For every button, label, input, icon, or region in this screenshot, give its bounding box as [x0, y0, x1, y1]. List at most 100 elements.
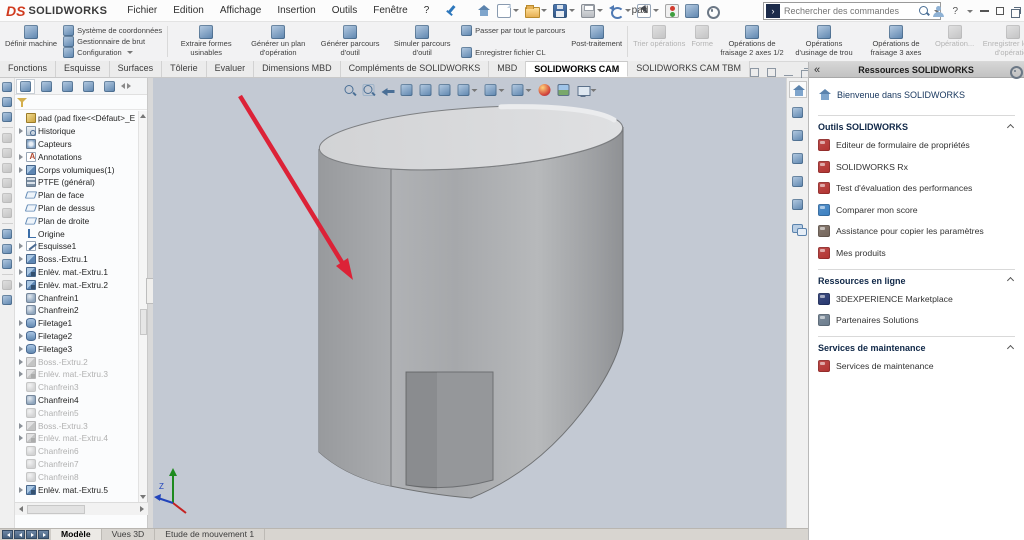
dropdown-caret-icon[interactable] — [471, 89, 477, 92]
test-d-valuation-des-performances-link[interactable]: Test d'évaluation des performances — [818, 182, 1015, 194]
mes-produits-link[interactable]: Mes produits — [818, 247, 1015, 259]
previous-view-button[interactable] — [379, 82, 395, 98]
tree-item-chanfrein1[interactable]: Chanfrein1 — [15, 291, 139, 304]
search-input[interactable] — [784, 6, 918, 16]
tree-item-chanfrein3[interactable]: Chanfrein3 — [15, 381, 139, 394]
assistance-pour-copier-les-param-tres-link[interactable]: Assistance pour copier les paramètres — [818, 225, 1015, 237]
view-palette-tab[interactable] — [789, 150, 807, 167]
dropdown-caret-icon[interactable] — [569, 9, 575, 12]
tree-item-esquisse1[interactable]: Esquisse1 — [15, 240, 139, 253]
expand-arrow-icon[interactable] — [17, 243, 24, 249]
d-finir-machine-button[interactable]: Définir machine — [2, 23, 60, 60]
gestionnaire-de-brut-button[interactable]: Gestionnaire de brut — [63, 36, 162, 47]
expand-arrow-icon[interactable] — [17, 320, 24, 326]
dropdown-caret-icon[interactable] — [597, 9, 603, 12]
file-explorer-tab[interactable] — [789, 127, 807, 144]
appearances-tab[interactable] — [789, 173, 807, 190]
apply-scene-button[interactable] — [555, 82, 571, 98]
dropdown-caret-icon[interactable] — [590, 89, 596, 92]
cam-operation-tree-icon[interactable] — [2, 82, 12, 92]
tree-horizontal-scrollbar[interactable] — [15, 502, 148, 515]
menu-insertion[interactable]: Insertion — [269, 0, 323, 22]
tree-item-filetage2[interactable]: Filetage2 — [15, 330, 139, 343]
scroll-tabs-right-icon[interactable] — [127, 83, 131, 89]
tab-esquisse[interactable]: Esquisse — [56, 61, 110, 77]
menu-outils[interactable]: Outils — [324, 0, 366, 22]
print-button[interactable] — [579, 2, 605, 20]
tree-vertical-scrollbar[interactable] — [138, 111, 147, 502]
bottom-tab-vues-3d[interactable]: Vues 3D — [102, 529, 156, 540]
dropdown-caret-icon[interactable] — [513, 9, 519, 12]
tree-item-enl-v-mat-extru-5[interactable]: Enlèv. mat.-Extru.5 — [15, 483, 139, 496]
open-file-button[interactable] — [523, 2, 549, 20]
restore-icon[interactable] — [1011, 7, 1020, 16]
scroll-thumb[interactable] — [140, 309, 147, 335]
tree-item-plan-de-droite[interactable]: Plan de droite — [15, 214, 139, 227]
expand-arrow-icon[interactable] — [17, 128, 24, 134]
scroll-up-icon[interactable] — [140, 114, 146, 118]
scroll-tabs-left-icon[interactable] — [121, 83, 125, 89]
enregistrer-fichier-cl-button[interactable]: Enregistrer fichier CL — [461, 47, 565, 58]
cam-stock-icon[interactable] — [2, 112, 12, 122]
help-dropdown-icon[interactable] — [967, 10, 973, 13]
extraire-formes-usinables-button[interactable]: Extraire formes usinables — [170, 23, 242, 60]
command-search[interactable]: › — [763, 2, 941, 20]
tab-surfaces[interactable]: Surfaces — [110, 61, 163, 77]
tree-item-chanfrein4[interactable]: Chanfrein4 — [15, 394, 139, 407]
section-header[interactable]: Outils SOLIDWORKS — [818, 122, 1015, 132]
menu-fichier[interactable]: Fichier — [119, 0, 165, 22]
rebuild-button[interactable] — [663, 2, 681, 20]
part-flat-face[interactable] — [319, 149, 391, 486]
tree-item-chanfrein6[interactable]: Chanfrein6 — [15, 445, 139, 458]
tree-item-plan-de-dessus[interactable]: Plan de dessus — [15, 202, 139, 215]
editeur-de-formulaire-de-propri-t-s-link[interactable]: Editeur de formulaire de propriétés — [818, 139, 1015, 151]
cam-mill3-icon[interactable] — [2, 259, 12, 269]
tab-dimensions-mbd[interactable]: Dimensions MBD — [254, 61, 341, 77]
configuration-button[interactable]: Configuration — [63, 47, 162, 58]
syst-me-de-coordonn-es-button[interactable]: Système de coordonnées — [63, 25, 162, 36]
expand-arrow-icon[interactable] — [17, 333, 24, 339]
next-tab-button[interactable] — [26, 530, 37, 539]
scroll-down-icon[interactable] — [140, 495, 146, 499]
expand-icon[interactable] — [767, 68, 776, 77]
last-tab-button[interactable] — [38, 530, 49, 539]
dropdown-caret-icon[interactable] — [498, 89, 504, 92]
comparer-mon-score-link[interactable]: Comparer mon score — [818, 204, 1015, 216]
options-button[interactable] — [703, 2, 721, 20]
collapse-chevron-icon[interactable] — [1007, 277, 1014, 284]
services-de-maintenance-link[interactable]: Services de maintenance — [818, 360, 1015, 372]
simuler-parcours-d-outil-button[interactable]: Simuler parcours d'outil — [386, 23, 458, 60]
forum-tab[interactable] — [789, 219, 807, 236]
expand-arrow-icon[interactable] — [17, 487, 24, 493]
expand-arrow-icon[interactable] — [17, 346, 24, 352]
post-traitement-button[interactable]: Post-traitement — [568, 23, 625, 60]
propertymanager-tab[interactable] — [37, 79, 56, 94]
gear-icon[interactable] — [1008, 64, 1019, 75]
expand-arrow-icon[interactable] — [17, 371, 24, 377]
search-icon[interactable] — [918, 5, 930, 17]
zoom-fit-button[interactable] — [341, 82, 357, 98]
collapse-chevron-icon[interactable] — [1007, 123, 1014, 130]
tree-item-enl-v-mat-extru-4[interactable]: Enlèv. mat.-Extru.4 — [15, 432, 139, 445]
pin-menu-icon[interactable] — [443, 3, 459, 19]
dropdown-caret-icon[interactable] — [525, 89, 531, 92]
measure-button[interactable] — [436, 82, 452, 98]
tree-item-enl-v-mat-extru-1[interactable]: Enlèv. mat.-Extru.1 — [15, 266, 139, 279]
tab-fonctions[interactable]: Fonctions — [0, 61, 56, 77]
solidworks-rx-link[interactable]: SOLIDWORKS Rx — [818, 161, 1015, 173]
tab-compl-ments-de-solidworks[interactable]: Compléments de SOLIDWORKS — [341, 61, 490, 77]
first-tab-button[interactable] — [2, 530, 13, 539]
dynamic-annotation-button[interactable] — [417, 82, 433, 98]
home-button[interactable] — [475, 2, 493, 20]
expand-arrow-icon[interactable] — [17, 154, 24, 160]
tab-t-lerie[interactable]: Tôlerie — [162, 61, 207, 77]
tab-solidworks-cam-tbm[interactable]: SOLIDWORKS CAM TBM — [628, 61, 750, 77]
hide-show-items-button[interactable] — [509, 82, 533, 98]
cam-machine-icon[interactable] — [2, 97, 12, 107]
dropdown-caret-icon[interactable] — [541, 9, 547, 12]
expand-arrow-icon[interactable] — [17, 269, 24, 275]
tree-item-chanfrein7[interactable]: Chanfrein7 — [15, 458, 139, 471]
previous-tab-button[interactable] — [14, 530, 25, 539]
welcome-link[interactable]: Bienvenue dans SOLIDWORKS — [818, 88, 1015, 101]
save-button[interactable] — [551, 2, 577, 20]
